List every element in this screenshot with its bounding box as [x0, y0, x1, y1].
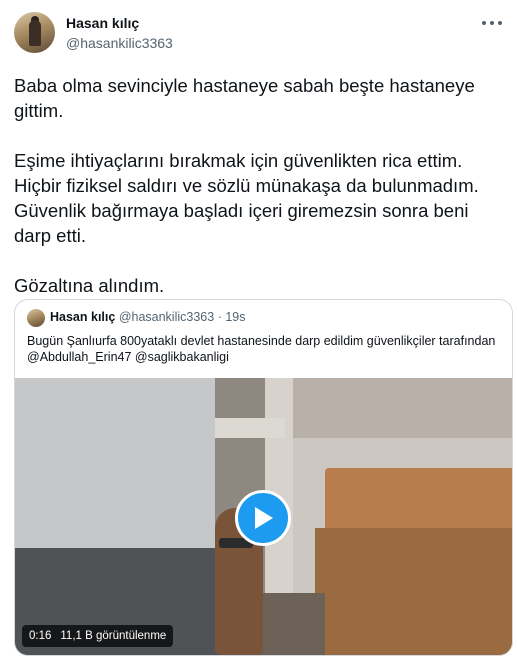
- quoted-tweet[interactable]: Hasan kılıç @hasankilic3363 · 19s Bugün …: [14, 299, 513, 656]
- tweet-paragraph: Baba olma sevinciyle hastaneye sabah beş…: [14, 75, 475, 121]
- dot: [482, 21, 486, 25]
- separator-dot: ·: [217, 310, 222, 324]
- author-name[interactable]: Hasan kılıç: [66, 15, 139, 31]
- quoted-header: Hasan kılıç @hasankilic3363 · 19s: [50, 310, 246, 324]
- quoted-text: Bugün Şanlıurfa 800yataklı devlet hastan…: [27, 334, 496, 364]
- quoted-author-handle: @hasankilic3363: [118, 310, 215, 324]
- tweet-text: Baba olma sevinciyle hastaneye sabah beş…: [14, 73, 509, 298]
- tweet-paragraph: Gözaltına alındım.: [14, 275, 165, 296]
- dot: [498, 21, 502, 25]
- dot: [490, 21, 494, 25]
- more-dots-icon[interactable]: [482, 14, 502, 32]
- video-views: 11,1 B görüntülenme: [60, 630, 167, 642]
- video-info-badge: 0:16 11,1 B görüntülenme: [22, 625, 174, 647]
- quoted-author-name: Hasan kılıç: [50, 310, 116, 324]
- avatar[interactable]: [14, 12, 55, 53]
- video-frame-panel-lower: [315, 528, 512, 655]
- play-triangle: [255, 507, 273, 529]
- author-handle[interactable]: @hasankilic3363: [66, 35, 173, 51]
- video-player[interactable]: 0:16 11,1 B görüntülenme: [15, 378, 512, 655]
- video-duration: 0:16: [29, 630, 52, 642]
- play-icon[interactable]: [235, 490, 291, 546]
- tweet-paragraph: Eşime ihtiyaçlarını bırakmak için güvenl…: [14, 150, 479, 246]
- avatar-figure: [29, 20, 41, 46]
- video-frame-person-shirt: [15, 378, 215, 558]
- quoted-time: 19s: [225, 310, 246, 324]
- video-frame-wall-top: [285, 378, 512, 438]
- tweet: Hasan kılıç @hasankilic3363 Baba olma se…: [0, 0, 517, 660]
- quoted-avatar: [27, 309, 45, 327]
